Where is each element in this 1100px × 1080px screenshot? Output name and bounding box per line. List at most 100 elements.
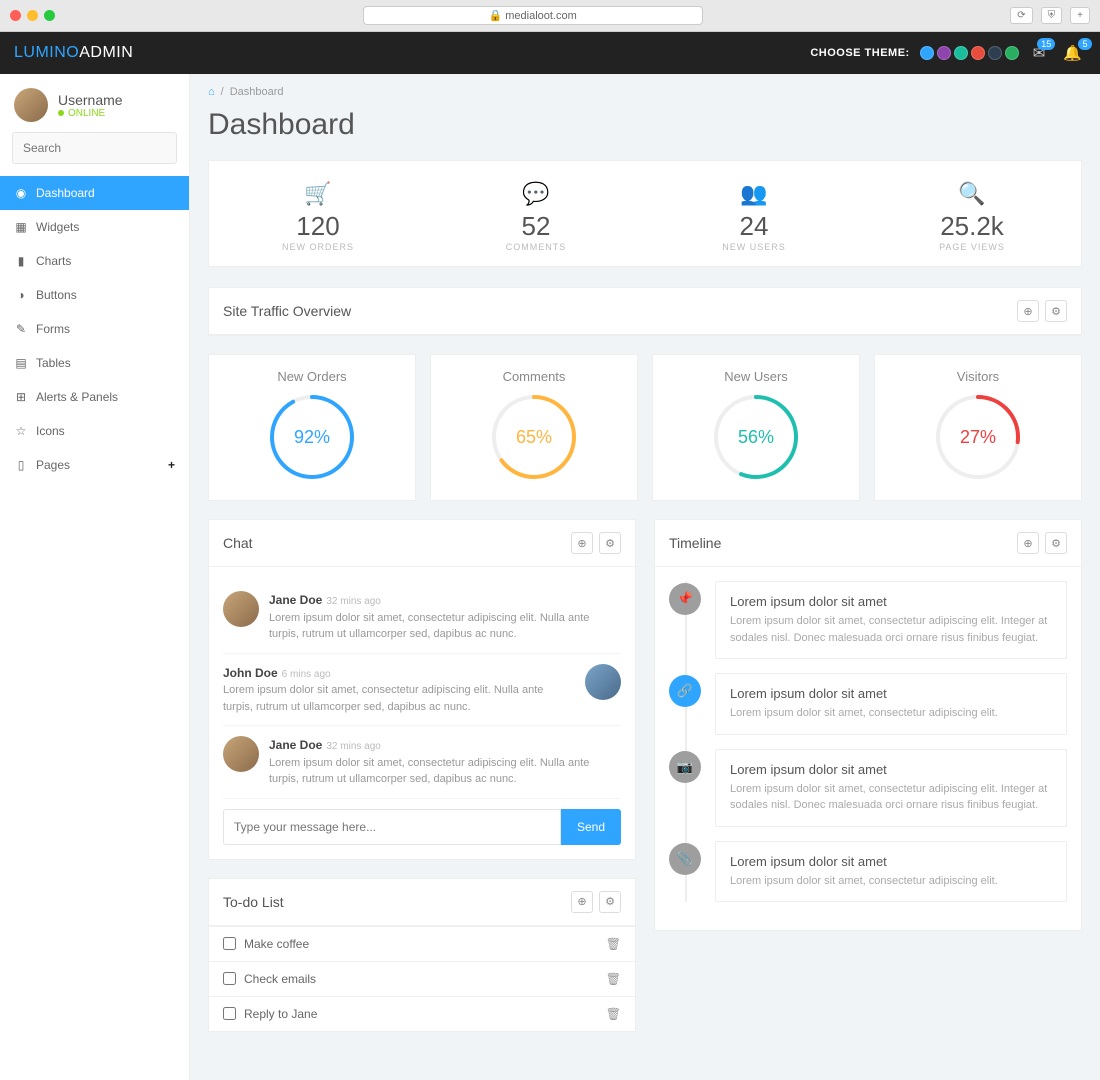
theme-color-dot[interactable] [954,46,968,60]
gear-icon[interactable]: ⚙ [1045,532,1067,554]
nav-icon: ▮ [14,254,28,268]
timeline-icon: 📷 [669,751,701,783]
trash-icon[interactable]: 🗑 [606,972,621,986]
sidebar-item-charts[interactable]: ▮Charts [0,244,189,278]
timeline-icon: 🔗 [669,675,701,707]
timeline-item: 🔗 Lorem ipsum dolor sit ametLorem ipsum … [715,673,1067,735]
search-input[interactable] [12,132,177,164]
trash-icon[interactable]: 🗑 [606,937,621,951]
stat-icon: 💬 [427,181,645,207]
expand-icon[interactable]: + [168,458,175,472]
avatar[interactable] [223,591,259,627]
chat-message: Jane Doe32 mins agoLorem ipsum dolor sit… [223,726,621,799]
timeline-item: 📷 Lorem ipsum dolor sit ametLorem ipsum … [715,749,1067,827]
sidebar-item-icons[interactable]: ☆Icons [0,414,189,448]
theme-color-dot[interactable] [971,46,985,60]
sidebar-item-dashboard[interactable]: ◉Dashboard [0,176,189,210]
sidebar-item-buttons[interactable]: ◑Buttons [0,278,189,312]
close-window-icon[interactable] [10,10,21,21]
trash-icon[interactable]: 🗑 [606,1007,621,1021]
nav-icon: ◑ [14,288,28,302]
panel-title: Site Traffic Overview [223,303,351,319]
nav-icon: ▯ [14,458,28,472]
panel-title: Chat [223,535,253,551]
avatar[interactable] [223,736,259,772]
stat-card: 👥24NEW USERS [645,161,863,266]
content: ⌂ / Dashboard Dashboard 🛒120NEW ORDERS💬5… [190,74,1100,1080]
chat-panel: Chat ⊕ ⚙ Jane Doe32 mins agoLorem ipsum … [208,519,636,860]
browser-chrome: 🔒 medialoot.com ⟳ ⛨ + [0,0,1100,32]
stat-icon: 🔍 [863,181,1081,207]
sidebar-item-pages[interactable]: ▯Pages+ [0,448,189,482]
todo-panel: To-do List ⊕ ⚙ Make coffee🗑Check emails🗑… [208,878,636,1032]
minimize-window-icon[interactable] [27,10,38,21]
theme-color-dot[interactable] [937,46,951,60]
sidebar-item-widgets[interactable]: ▦Widgets [0,210,189,244]
sidebar: Username ONLINE ◉Dashboard▦Widgets▮Chart… [0,74,190,1080]
sidebar-item-forms[interactable]: ✎Forms [0,312,189,346]
expand-icon[interactable]: ⊕ [571,891,593,913]
stat-icon: 👥 [645,181,863,207]
gear-icon[interactable]: ⚙ [599,891,621,913]
stat-icon: 🛒 [209,181,427,207]
breadcrumb: ⌂ / Dashboard [208,74,1082,102]
panel-title: To-do List [223,894,284,910]
progress-card: New Orders 92% [208,354,416,501]
nav-icon: ⊞ [14,390,28,404]
sidebar-item-tables[interactable]: ▤Tables [0,346,189,380]
reload-icon[interactable]: ⟳ [1010,7,1032,24]
progress-card: Visitors 27% [874,354,1082,501]
stat-card: 💬52COMMENTS [427,161,645,266]
url-field[interactable]: 🔒 medialoot.com [363,6,703,25]
gear-icon[interactable]: ⚙ [1045,300,1067,322]
chat-input[interactable] [223,809,561,845]
theme-color-dot[interactable] [1005,46,1019,60]
brand[interactable]: LUMINOADMIN [14,44,133,62]
avatar[interactable] [14,88,48,122]
shield-icon[interactable]: ⛨ [1041,7,1063,24]
traffic-lights [10,10,55,21]
theme-color-dot[interactable] [920,46,934,60]
nav-icon: ✎ [14,322,28,336]
new-tab-icon[interactable]: + [1070,7,1090,24]
todo-checkbox[interactable] [223,972,236,985]
avatar[interactable] [585,664,621,700]
timeline-item: 📌 Lorem ipsum dolor sit ametLorem ipsum … [715,581,1067,659]
send-button[interactable]: Send [561,809,621,845]
todo-item: Check emails🗑 [209,961,635,996]
maximize-window-icon[interactable] [44,10,55,21]
home-icon[interactable]: ⌂ [208,86,215,98]
mail-icon[interactable]: ✉15 [1029,44,1050,62]
nav-icon: ▦ [14,220,28,234]
stat-card: 🔍25.2kPAGE VIEWS [863,161,1081,266]
status: ONLINE [58,108,123,119]
stat-row: 🛒120NEW ORDERS💬52COMMENTS👥24NEW USERS🔍25… [208,160,1082,267]
url-bar: 🔒 medialoot.com [83,6,982,25]
todo-item: Reply to Jane🗑 [209,996,635,1031]
chat-message: Jane Doe32 mins agoLorem ipsum dolor sit… [223,581,621,654]
page-title: Dashboard [208,108,1082,142]
breadcrumb-current: Dashboard [230,86,284,98]
theme-picker [920,46,1019,60]
nav-icon: ◉ [14,186,28,200]
theme-color-dot[interactable] [988,46,1002,60]
todo-checkbox[interactable] [223,937,236,950]
todo-item: Make coffee🗑 [209,926,635,961]
navbar: LUMINOADMIN CHOOSE THEME: ✉15 🔔5 [0,32,1100,74]
timeline-item: 📎 Lorem ipsum dolor sit ametLorem ipsum … [715,841,1067,903]
traffic-panel: Site Traffic Overview ⊕ ⚙ [208,287,1082,336]
sidebar-item-alerts-panels[interactable]: ⊞Alerts & Panels [0,380,189,414]
theme-label: CHOOSE THEME: [810,47,909,59]
panel-title: Timeline [669,535,721,551]
nav-icon: ▤ [14,356,28,370]
expand-icon[interactable]: ⊕ [571,532,593,554]
expand-icon[interactable]: ⊕ [1017,300,1039,322]
gear-icon[interactable]: ⚙ [599,532,621,554]
nav-icon: ☆ [14,424,28,438]
todo-checkbox[interactable] [223,1007,236,1020]
bell-icon[interactable]: 🔔5 [1059,44,1086,62]
progress-card: New Users 56% [652,354,860,501]
expand-icon[interactable]: ⊕ [1017,532,1039,554]
timeline-panel: Timeline ⊕ ⚙ 📌 Lorem ipsum dolor sit ame… [654,519,1082,931]
timeline-icon: 📎 [669,843,701,875]
